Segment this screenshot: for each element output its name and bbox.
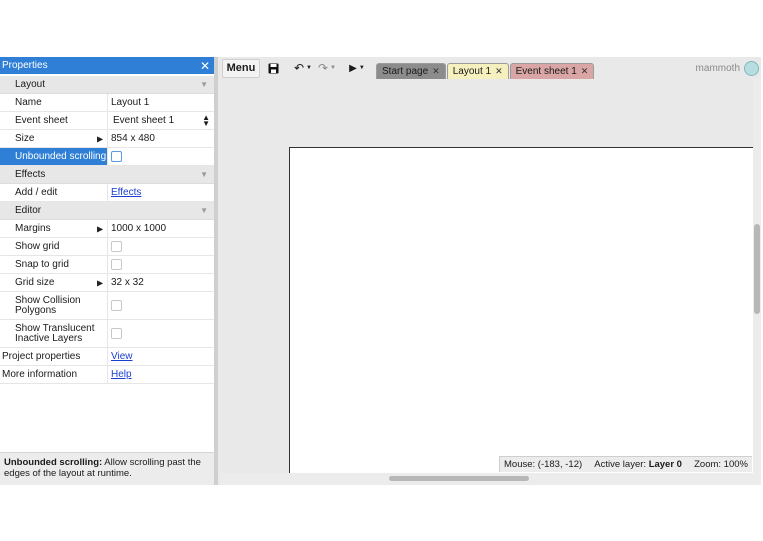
- unbounded-scrolling-checkbox[interactable]: [111, 151, 122, 162]
- row-grid-size[interactable]: Grid size ▶ 32 x 32: [0, 274, 214, 292]
- zoom-level: Zoom: 100%: [694, 459, 748, 470]
- row-size-label: Size: [0, 130, 108, 147]
- document-tabs: Start page ✕ Layout 1 ✕ Event sheet 1 ✕: [376, 57, 595, 79]
- row-name-label: Name: [0, 94, 108, 111]
- row-size[interactable]: Size ▶ 854 x 480: [0, 130, 214, 148]
- row-size-value[interactable]: 854 x 480: [111, 133, 155, 144]
- row-grid-size-label: Grid size: [0, 274, 108, 291]
- row-add-edit[interactable]: Add / edit Effects: [0, 184, 214, 202]
- expand-triangle-icon[interactable]: ▶: [97, 134, 103, 143]
- vertical-scroll-thumb[interactable]: [754, 224, 760, 314]
- section-editor-label: Editor: [15, 205, 42, 216]
- properties-title-bar: Properties ✕: [0, 57, 214, 74]
- close-icon[interactable]: ✕: [495, 66, 503, 77]
- row-project-properties-label: Project properties: [0, 348, 108, 365]
- section-effects-label: Effects: [15, 169, 46, 180]
- row-margins-value[interactable]: 1000 x 1000: [111, 223, 166, 234]
- row-more-information-label: More information: [0, 366, 108, 383]
- row-add-edit-label: Add / edit: [0, 184, 108, 201]
- tab-layout-1-label: Layout 1: [452, 66, 492, 77]
- section-layout[interactable]: Layout ▼: [0, 76, 214, 94]
- row-unbounded-scrolling-label: Unbounded scrolling: [0, 148, 108, 165]
- undo-icon[interactable]: ↶ ▼: [292, 60, 314, 77]
- row-show-collision-polygons[interactable]: Show Collision Polygons: [0, 292, 214, 320]
- view-link[interactable]: View: [111, 351, 133, 362]
- snap-to-grid-checkbox[interactable]: [111, 259, 122, 270]
- layout-area[interactable]: [289, 147, 753, 473]
- construct-editor-window: Properties ✕ Layout ▼ Name Layout 1 Even…: [0, 57, 761, 485]
- active-layer-label: Active layer:: [594, 459, 647, 470]
- main-toolbar: Menu ↶ ▼ ↷ ▼ ▶ ▼ Start page ✕ Layout 1 ✕ Ev…: [220, 57, 761, 79]
- row-snap-to-grid[interactable]: Snap to grid: [0, 256, 214, 274]
- menu-button[interactable]: Menu: [222, 58, 260, 78]
- section-editor[interactable]: Editor ▼: [0, 202, 214, 220]
- row-show-translucent-label: Show Translucent Inactive Layers: [0, 320, 108, 347]
- help-link[interactable]: Help: [111, 369, 132, 380]
- row-show-grid-label: Show grid: [0, 238, 108, 255]
- collapse-triangle-icon[interactable]: ▼: [200, 170, 208, 179]
- brand-name: mammoth: [695, 63, 740, 74]
- play-icon[interactable]: ▶ ▼: [346, 60, 368, 77]
- status-bar: Mouse: (-183, -12) Active layer: Layer 0…: [499, 456, 752, 472]
- row-show-translucent-layers[interactable]: Show Translucent Inactive Layers: [0, 320, 214, 348]
- row-margins-label: Margins: [0, 220, 108, 237]
- mammoth-logo-icon: [744, 61, 759, 76]
- show-grid-checkbox[interactable]: [111, 241, 122, 252]
- event-sheet-selected: Event sheet 1: [113, 115, 175, 126]
- row-show-collision-label: Show Collision Polygons: [0, 292, 108, 319]
- tab-event-sheet-1-label: Event sheet 1: [515, 66, 577, 77]
- active-layer-value: Layer 0: [648, 459, 682, 470]
- tab-start-page[interactable]: Start page ✕: [376, 63, 446, 79]
- row-name-value[interactable]: Layout 1: [108, 94, 214, 111]
- property-grid: Layout ▼ Name Layout 1 Event sheet Event…: [0, 76, 214, 384]
- property-help-box: Unbounded scrolling: Allow scrolling pas…: [0, 452, 214, 485]
- row-event-sheet-label: Event sheet: [0, 112, 108, 129]
- tab-event-sheet-1[interactable]: Event sheet 1 ✕: [509, 63, 595, 79]
- row-name[interactable]: Name Layout 1: [0, 94, 214, 112]
- close-icon[interactable]: ✕: [432, 66, 440, 77]
- save-icon[interactable]: [262, 60, 284, 77]
- select-arrows-icon: ▲ ▼: [202, 112, 210, 128]
- expand-triangle-icon[interactable]: ▶: [97, 224, 103, 233]
- row-grid-size-value[interactable]: 32 x 32: [111, 277, 144, 288]
- section-layout-label: Layout: [15, 79, 46, 90]
- properties-title: Properties: [2, 60, 48, 71]
- row-project-properties[interactable]: Project properties View: [0, 348, 214, 366]
- help-term: Unbounded scrolling:: [4, 457, 103, 468]
- row-show-grid[interactable]: Show grid: [0, 238, 214, 256]
- horizontal-scroll-thumb[interactable]: [389, 476, 529, 481]
- collapse-triangle-icon[interactable]: ▼: [200, 80, 208, 89]
- section-effects[interactable]: Effects ▼: [0, 166, 214, 184]
- show-translucent-checkbox[interactable]: [111, 328, 122, 339]
- row-event-sheet[interactable]: Event sheet Event sheet 1 ▲ ▼: [0, 112, 214, 130]
- row-unbounded-scrolling[interactable]: Unbounded scrolling: [0, 148, 214, 166]
- event-sheet-select[interactable]: Event sheet 1 ▲ ▼: [111, 112, 214, 128]
- close-icon[interactable]: ✕: [581, 66, 589, 77]
- row-more-information[interactable]: More information Help: [0, 366, 214, 384]
- close-icon[interactable]: ✕: [200, 60, 210, 72]
- account-area[interactable]: mammoth: [696, 61, 759, 76]
- properties-panel: Properties ✕ Layout ▼ Name Layout 1 Even…: [0, 57, 218, 485]
- collapse-triangle-icon[interactable]: ▼: [200, 206, 208, 215]
- layout-viewport[interactable]: [220, 79, 753, 473]
- show-collision-checkbox[interactable]: [111, 300, 122, 311]
- redo-icon[interactable]: ↷ ▼: [316, 60, 338, 77]
- tab-layout-1[interactable]: Layout 1 ✕: [446, 63, 509, 79]
- row-snap-to-grid-label: Snap to grid: [0, 256, 108, 273]
- expand-triangle-icon[interactable]: ▶: [97, 278, 103, 287]
- row-margins[interactable]: Margins ▶ 1000 x 1000: [0, 220, 214, 238]
- vertical-scrollbar[interactable]: [753, 79, 761, 473]
- effects-link[interactable]: Effects: [111, 187, 141, 198]
- mouse-position: Mouse: (-183, -12): [504, 459, 583, 470]
- tab-start-page-label: Start page: [382, 66, 429, 77]
- active-layer: Active layer: Layer 0: [594, 459, 682, 470]
- horizontal-scrollbar[interactable]: [220, 473, 761, 485]
